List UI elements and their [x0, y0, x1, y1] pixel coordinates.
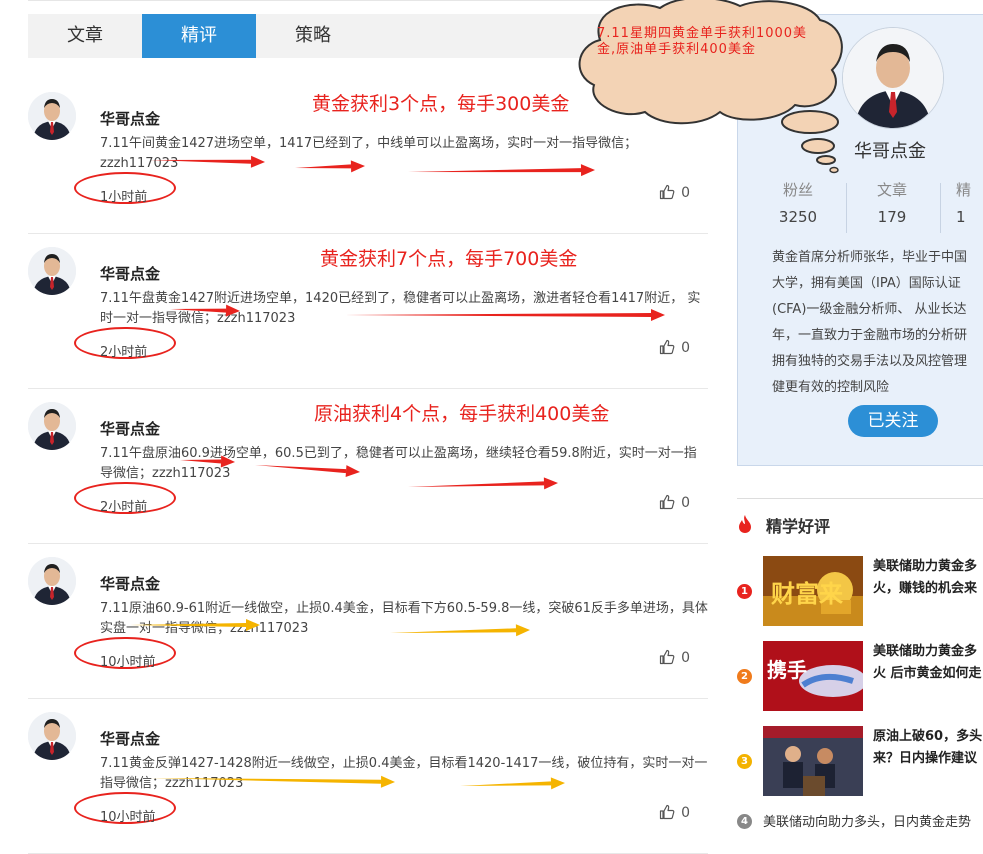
stat-articles[interactable]: 文章 179 — [844, 179, 940, 226]
bio-line: 健更有效的控制风险 — [772, 380, 890, 395]
section-divider — [737, 498, 983, 499]
news-title[interactable]: 美联储助力黄金多 火 后市黄金如何走 — [873, 641, 983, 685]
news-thumbnail-caption: 携手 — [767, 658, 807, 682]
stat-fans-label: 粉丝 — [782, 181, 813, 199]
news-rank-badge: 1 — [737, 584, 752, 599]
post-item: 华哥点金 7.11原油60.9-61附近一线做空，止损0.4美金，目标看下方60.… — [28, 543, 708, 699]
stat-featured[interactable]: 精 1 — [956, 179, 983, 226]
post-content[interactable]: 7.11午盘原油60.9进场空单，60.5已到了，稳健者可以止盈离场，继续轻仓看… — [100, 444, 708, 484]
news-title[interactable]: 美联储动向助力多头，日内黄金走势 — [763, 811, 971, 830]
profile-avatar[interactable] — [842, 27, 944, 129]
like-button[interactable]: 0 — [659, 649, 690, 666]
like-count: 0 — [681, 650, 690, 666]
bio-line: 黄金首席分析师张华，毕业于中国 — [772, 250, 968, 265]
stat-featured-label: 精 — [956, 181, 972, 199]
like-button[interactable]: 0 — [659, 494, 690, 511]
news-thumbnail[interactable] — [763, 726, 863, 796]
profile-stats: 粉丝 3250 文章 179 精 1 — [738, 179, 983, 235]
thumbs-up-icon — [659, 339, 675, 355]
like-button[interactable]: 0 — [659, 339, 690, 356]
author-name[interactable]: 华哥点金 — [100, 573, 160, 594]
news-title-line: 原油上破60，多头 — [873, 729, 983, 744]
tab-strategy[interactable]: 策略 — [256, 14, 370, 58]
bio-line: 年，一直致力于金融市场的分析研 — [772, 328, 968, 343]
bubble-text: 7.11星期四黄金单手获利1000美金,原油单手获利400美金 — [597, 26, 808, 57]
news-thumbnail[interactable]: 携手 — [763, 641, 863, 711]
tab-articles[interactable]: 文章 — [28, 14, 142, 58]
news-thumbnail[interactable]: 财富来 — [763, 556, 863, 626]
news-title-line: 来？日内操作建议 — [873, 751, 978, 766]
author-name[interactable]: 华哥点金 — [100, 728, 160, 749]
fire-icon — [739, 515, 751, 533]
post-content[interactable]: 7.11原油60.9-61附近一线做空，止损0.4美金，目标看下方60.5-59… — [100, 599, 708, 639]
post-time: 10小时前 — [100, 655, 156, 670]
like-count: 0 — [681, 340, 690, 356]
bio-line: 大学，拥有美国（IPA）国际认证 — [772, 276, 961, 291]
news-rank-badge: 2 — [737, 669, 752, 684]
profile-bio: 黄金首席分析师张华，毕业于中国 大学，拥有美国（IPA）国际认证 (CFA)一级… — [772, 245, 983, 401]
thumbs-up-icon — [659, 184, 675, 200]
like-button[interactable]: 0 — [659, 184, 690, 201]
author-name[interactable]: 华哥点金 — [100, 263, 160, 284]
news-rank-badge: 4 — [737, 814, 752, 829]
news-title-line: 美联储助力黄金多 — [873, 644, 978, 659]
stat-fans[interactable]: 粉丝 3250 — [750, 179, 846, 226]
post-time: 1小时前 — [100, 190, 148, 205]
stat-fans-value: 3250 — [778, 208, 818, 226]
author-name[interactable]: 华哥点金 — [100, 418, 160, 439]
tab-reviews[interactable]: 精评 — [142, 14, 256, 58]
like-button[interactable]: 0 — [659, 804, 690, 821]
news-title-line: 火 后市黄金如何走 — [873, 666, 982, 681]
like-count: 0 — [681, 805, 690, 821]
news-title[interactable]: 美联储助力黄金多 火，赚钱的机会来 — [873, 556, 983, 600]
post-time: 10小时前 — [100, 810, 156, 825]
section-title: 精学好评 — [766, 517, 831, 536]
author-avatar[interactable] — [28, 712, 76, 760]
stat-divider — [940, 183, 941, 233]
like-count: 0 — [681, 185, 690, 201]
profile-name[interactable]: 华哥点金 — [854, 137, 926, 163]
post-content[interactable]: 7.11午盘黄金1427附近进场空单，1420已经到了，稳健者可以止盈离场，激进… — [100, 289, 708, 329]
post-time: 2小时前 — [100, 345, 148, 360]
like-count: 0 — [681, 495, 690, 511]
post-content[interactable]: 7.11黄金反弹1427-1428附近一线做空，止损0.4美金，目标看1420-… — [100, 754, 708, 794]
bio-line: 拥有独特的交易手法以及风控管理 — [772, 354, 968, 369]
bio-line: (CFA)一级金融分析师、 从业长达 — [772, 302, 967, 317]
profit-annotation: 黄金获利7个点，每手700美金 — [320, 248, 578, 270]
news-title-line: 美联储助力黄金多 — [873, 559, 978, 574]
stat-articles-label: 文章 — [876, 181, 907, 199]
follow-button[interactable]: 已关注 — [848, 405, 938, 437]
stat-featured-value: 1 — [956, 208, 966, 226]
thumbs-up-icon — [659, 494, 675, 510]
author-avatar[interactable] — [28, 92, 76, 140]
post-time: 2小时前 — [100, 500, 148, 515]
thumbs-up-icon — [659, 649, 675, 665]
news-rank-badge: 3 — [737, 754, 752, 769]
thumbs-up-icon — [659, 804, 675, 820]
news-title[interactable]: 原油上破60，多头 来？日内操作建议 — [873, 726, 983, 770]
profit-annotation: 黄金获利3个点，每手300美金 — [312, 93, 570, 115]
profit-annotation: 原油获利4个点，每手获利400美金 — [314, 403, 610, 425]
author-avatar[interactable] — [28, 402, 76, 450]
author-avatar[interactable] — [28, 557, 76, 605]
news-title-line: 火，赚钱的机会来 — [873, 581, 978, 596]
news-thumbnail-caption: 财富来 — [771, 580, 844, 608]
author-name[interactable]: 华哥点金 — [100, 108, 160, 129]
stat-articles-value: 179 — [877, 208, 907, 226]
post-item: 华哥点金 7.11黄金反弹1427-1428附近一线做空，止损0.4美金，目标看1… — [28, 698, 708, 854]
author-avatar[interactable] — [28, 247, 76, 295]
